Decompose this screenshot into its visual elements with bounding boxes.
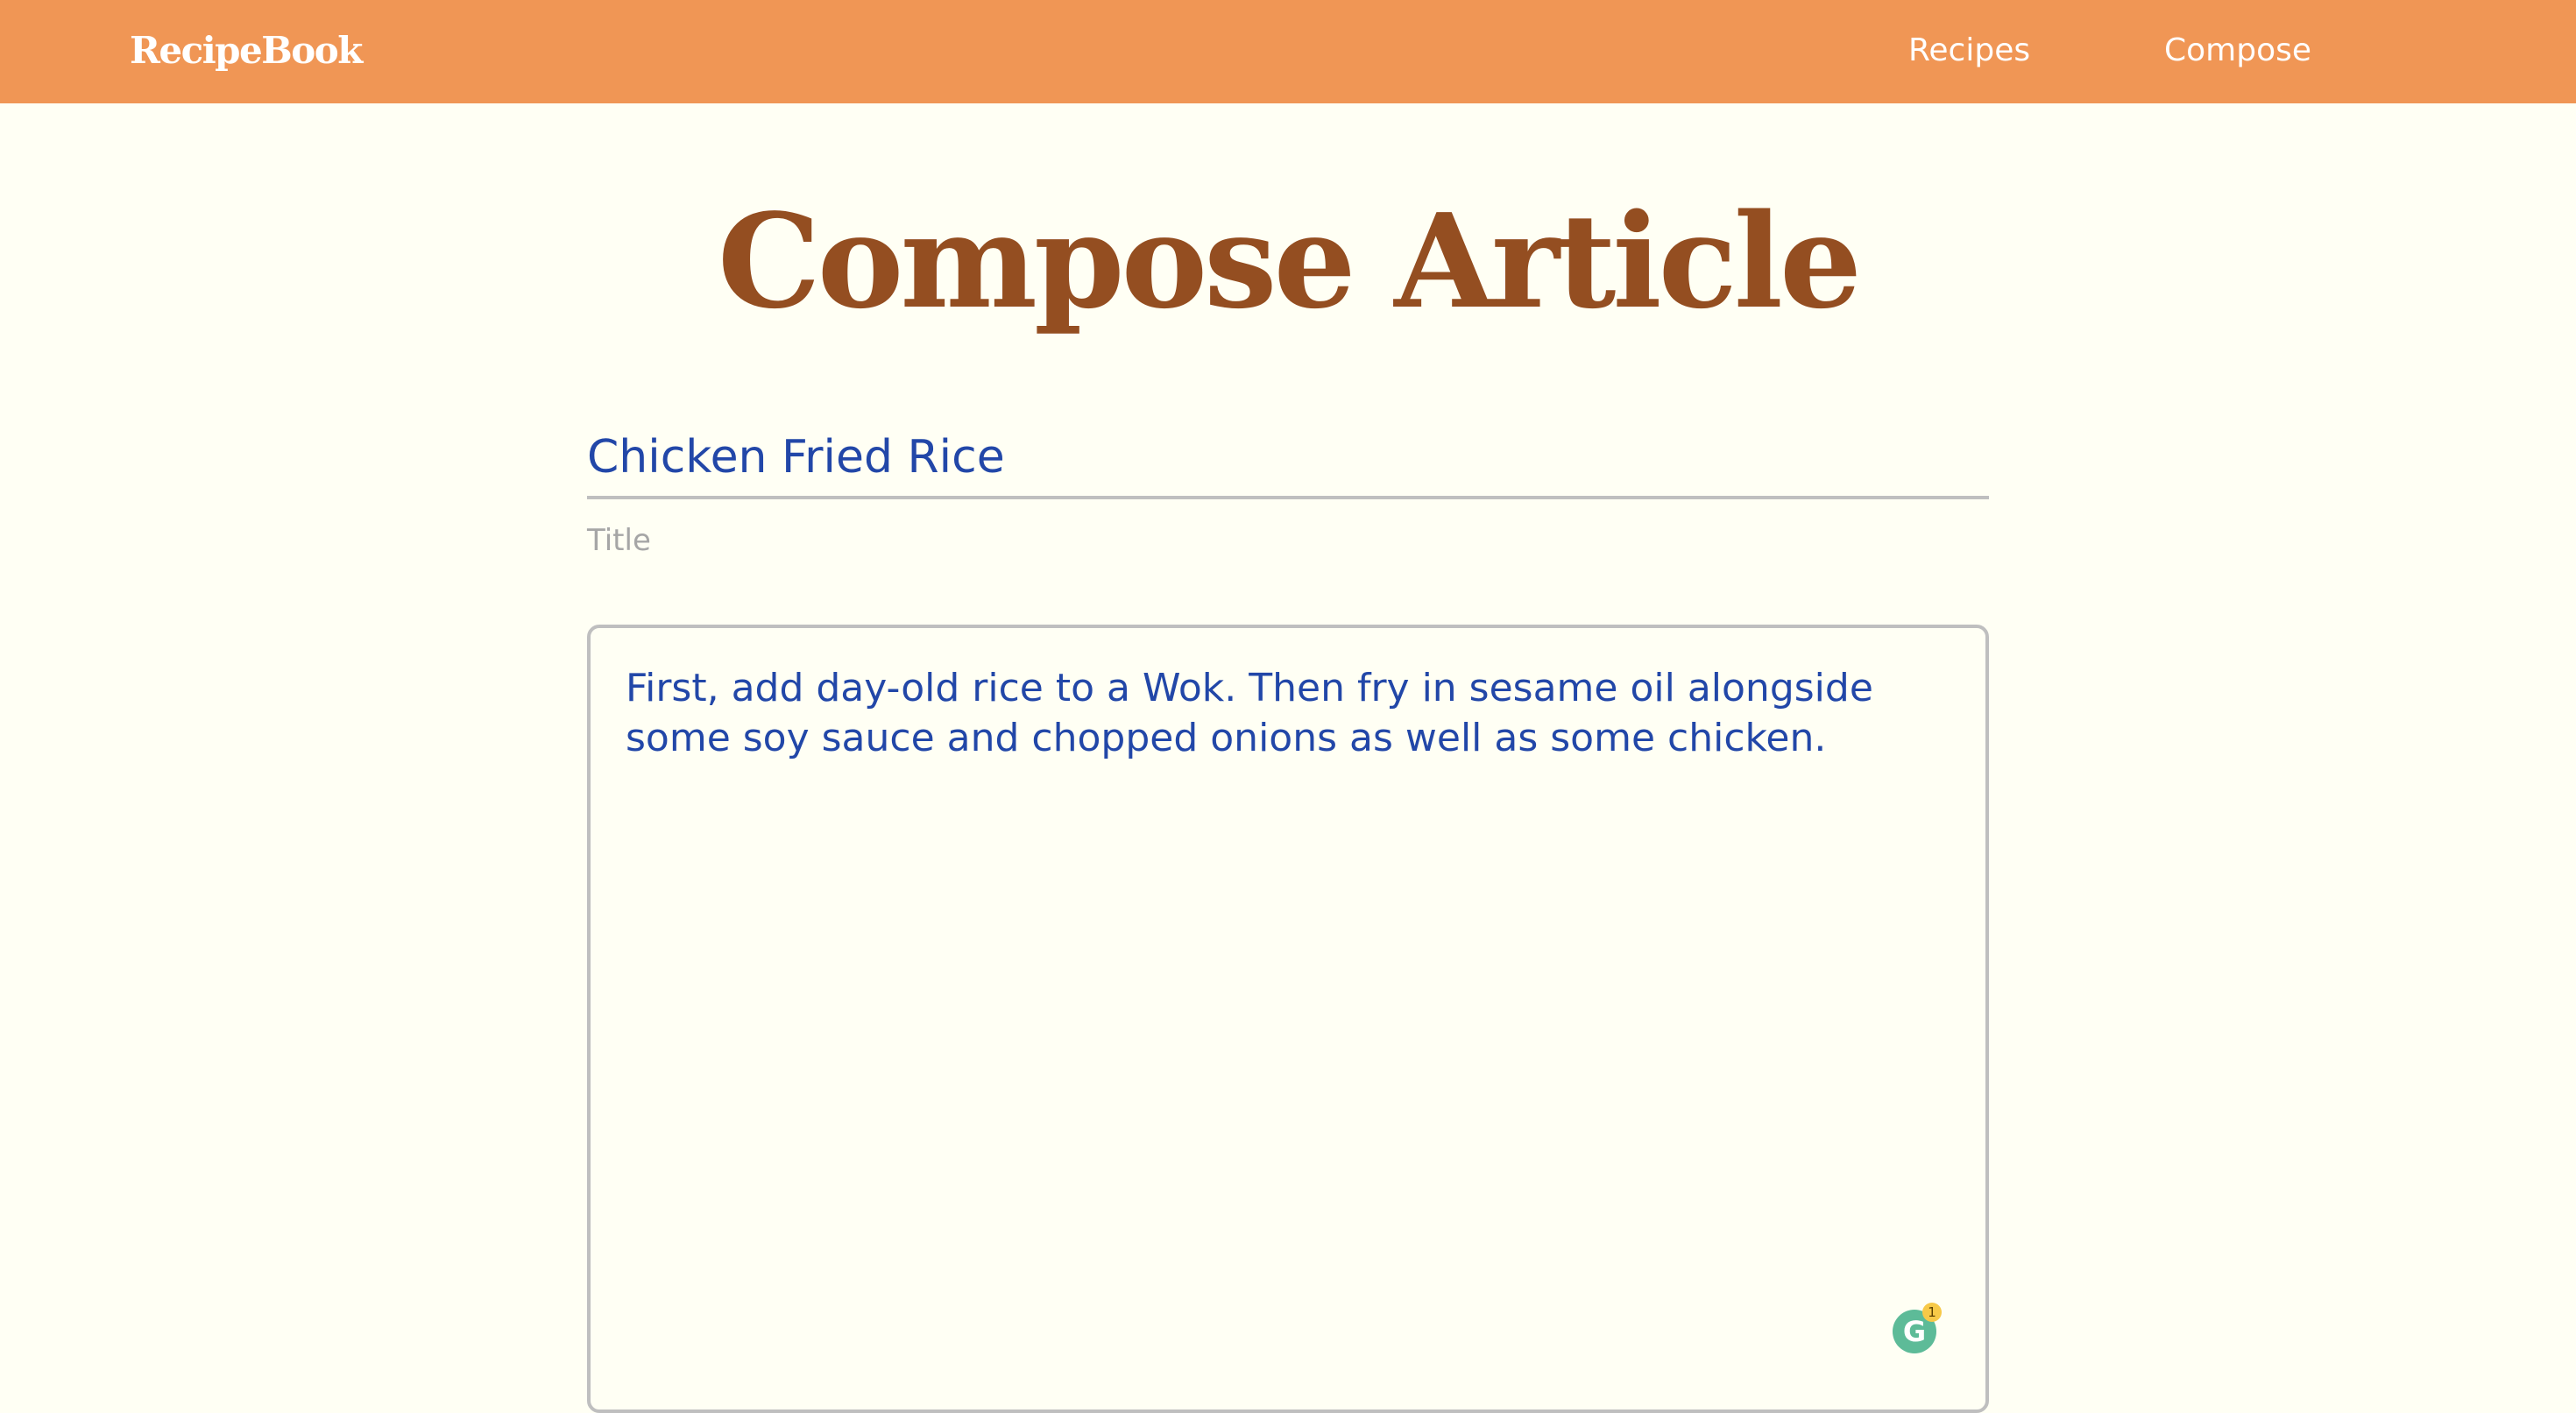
title-helper-text: Title <box>587 523 651 558</box>
top-nav-bar: RecipeBook Recipes Compose <box>0 0 2576 103</box>
article-body-textarea[interactable]: First, add day-old rice to a Wok. Then f… <box>626 663 1957 1346</box>
title-input[interactable] <box>587 419 1989 499</box>
grammarly-button[interactable]: G 1 <box>1893 1303 1942 1353</box>
page-title: Compose Article <box>717 185 1862 337</box>
nav-link-compose[interactable]: Compose <box>2164 26 2311 75</box>
nav-link-recipes[interactable]: Recipes <box>1908 26 2030 75</box>
article-body-field[interactable]: First, add day-old rice to a Wok. Then f… <box>587 625 1989 1413</box>
grammarly-badge: 1 <box>1922 1303 1942 1322</box>
brand-logo[interactable]: RecipeBook <box>130 25 363 77</box>
